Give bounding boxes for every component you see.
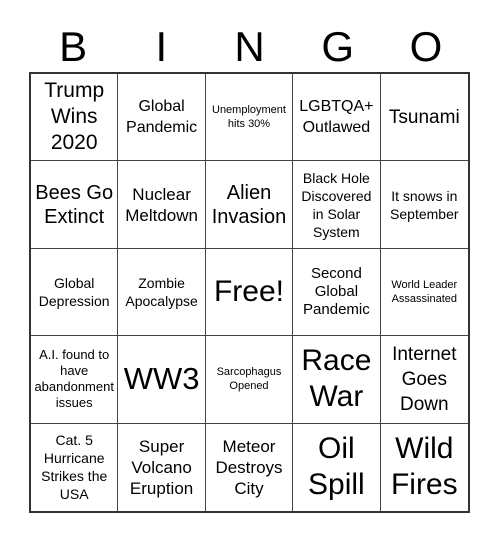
- cell-text: Zombie Apocalypse: [125, 274, 198, 309]
- bingo-cell[interactable]: A.I. found to have abandonment issues: [31, 336, 119, 424]
- bingo-cell[interactable]: Unemployment hits 30%: [205, 74, 294, 162]
- bingo-cell[interactable]: Global Pandemic: [118, 74, 206, 162]
- bingo-cell[interactable]: Oil Spill: [293, 423, 381, 511]
- bingo-cell[interactable]: Sarcophagus Opened: [205, 336, 294, 424]
- cell-text: WW3: [123, 361, 200, 397]
- free-space-text: Free!: [213, 274, 284, 308]
- cell-text: Race War: [301, 344, 372, 414]
- cell-text: Nuclear Meltdown: [125, 184, 198, 225]
- cell-text: It snows in September: [390, 187, 459, 222]
- bingo-cell[interactable]: Wild Fires: [381, 424, 468, 511]
- cell-text: Cat. 5 Hurricane Strikes the USA: [41, 432, 108, 503]
- bingo-cell[interactable]: Bees Go Extinct: [31, 161, 119, 249]
- cell-text: Bees Go Extinct: [35, 181, 114, 228]
- free-space-cell[interactable]: Free!: [205, 248, 294, 337]
- header-letter-g: G: [321, 23, 355, 70]
- bingo-cell[interactable]: Global Depression: [31, 248, 119, 337]
- cell-text: Alien Invasion: [211, 181, 287, 228]
- cell-text: Oil Spill: [308, 432, 365, 502]
- cell-text: Black Hole Discovered in Solar System: [301, 169, 372, 240]
- cell-text: A.I. found to have abandonment issues: [34, 347, 114, 411]
- cell-text: Super Volcano Eruption: [129, 436, 194, 498]
- bingo-cell[interactable]: Meteor Destroys City: [206, 423, 294, 511]
- bingo-cell[interactable]: Zombie Apocalypse: [118, 248, 206, 337]
- header-letter-b: B: [59, 23, 88, 70]
- cell-text: Trump Wins 2020: [44, 79, 105, 155]
- bingo-cell[interactable]: WW3: [118, 336, 206, 424]
- bingo-cell[interactable]: Internet Goes Down: [380, 336, 468, 424]
- bingo-cell[interactable]: Alien Invasion: [205, 161, 294, 249]
- cell-text: Tsunami: [388, 106, 460, 128]
- bingo-cell[interactable]: Second Global Pandemic: [293, 248, 381, 337]
- bingo-cell[interactable]: Black Hole Discovered in Solar System: [293, 161, 381, 249]
- cell-text: Wild Fires: [390, 432, 458, 502]
- bingo-cell[interactable]: Nuclear Meltdown: [118, 161, 206, 249]
- bingo-board: Trump Wins 2020 Global Pandemic Unemploy…: [29, 72, 470, 513]
- bingo-cell[interactable]: It snows in September: [380, 161, 468, 249]
- cell-text: Global Pandemic: [126, 98, 198, 137]
- cell-text: LGBTQA+ Outlawed: [299, 98, 374, 137]
- cell-text: Internet Goes Down: [392, 343, 457, 415]
- cell-text: Second Global Pandemic: [303, 264, 370, 318]
- cell-text: Meteor Destroys City: [215, 436, 283, 498]
- bingo-cell[interactable]: Super Volcano Eruption: [118, 423, 206, 511]
- cell-text: Sarcophagus Opened: [216, 366, 282, 393]
- bingo-cell[interactable]: Cat. 5 Hurricane Strikes the USA: [31, 423, 119, 511]
- cell-text: Global Depression: [38, 274, 110, 309]
- header-letter-o: O: [409, 23, 443, 70]
- bingo-cell[interactable]: Trump Wins 2020: [31, 74, 119, 162]
- bingo-cell[interactable]: World Leader Assassinated: [380, 249, 468, 337]
- cell-text: World Leader Assassinated: [391, 278, 458, 305]
- bingo-header: B I N G O: [29, 22, 470, 72]
- header-letter-n: N: [234, 23, 265, 70]
- bingo-cell[interactable]: Race War: [293, 336, 381, 424]
- header-letter-i: I: [155, 23, 168, 70]
- cell-text: Unemployment hits 30%: [212, 104, 286, 131]
- bingo-cell[interactable]: LGBTQA+ Outlawed: [293, 74, 381, 162]
- bingo-cell[interactable]: Tsunami: [380, 74, 468, 162]
